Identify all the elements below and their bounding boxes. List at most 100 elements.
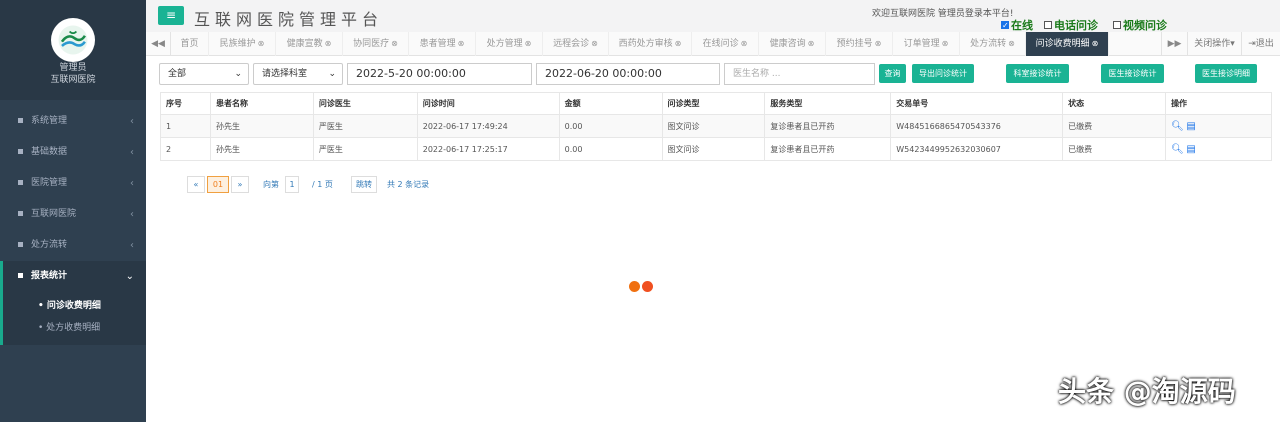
table-row: 2 孙先生 严医生 2022-06-17 17:25:17 0.00 图文问诊 … (160, 137, 1272, 161)
tab-health-education[interactable]: 健康宣教 ⊗ (276, 32, 343, 56)
topbar: ≡ 互联网医院管理平台 欢迎互联网医院 管理员登录本平台! ✓ 在线 电话问诊 视… (146, 0, 1280, 33)
tab-appointment[interactable]: 预约挂号 ⊗ (826, 32, 893, 56)
prev-page-button[interactable]: « (187, 176, 205, 193)
chevron-down-icon: ⌄ (125, 271, 134, 282)
loading-dot-icon (629, 281, 640, 292)
tab-health-inquiry[interactable]: 健康咨询 ⊗ (759, 32, 826, 56)
welcome-text: 欢迎互联网医院 管理员登录本平台! (872, 9, 1014, 19)
goto-label: 向第 (263, 180, 279, 189)
tab-prescription-mgmt[interactable]: 处方管理 ⊗ (476, 32, 543, 56)
video-consult-checkbox[interactable]: 视频问诊 (1113, 17, 1167, 33)
tab-home[interactable]: 首页 (171, 32, 209, 56)
cell-consult-type: 图文问诊 (661, 137, 766, 161)
tab-patient-mgmt[interactable]: 患者管理 ⊗ (409, 32, 476, 56)
search-icon[interactable]: 🔍︎ (1171, 144, 1184, 155)
total-records-text: 共 2 条记录 (387, 180, 430, 189)
menu-bullet-icon (18, 149, 23, 154)
detail-icon[interactable]: ▤ (1186, 144, 1195, 155)
sidebar-item-label: 系统管理 (31, 116, 68, 126)
page-number-input[interactable]: 1 (285, 176, 299, 193)
column-header: 操作 (1165, 92, 1272, 115)
tab-label: 远程会诊 (553, 39, 590, 49)
end-date-input[interactable]: 2022-06-20 00:00:00 (536, 63, 720, 85)
status-badge: 已缴费 (1062, 137, 1167, 161)
column-header: 序号 (160, 92, 211, 115)
close-icon[interactable]: ⊗ (325, 39, 332, 48)
tab-label: 问诊收费明细 (1035, 39, 1090, 49)
sidebar-item-hospital[interactable]: 医院管理 ‹ (0, 168, 146, 199)
tab-ethnic[interactable]: 民族维护 ⊗ (209, 32, 276, 56)
tab-label: 处方管理 (486, 39, 523, 49)
sidebar-item-reports[interactable]: 报表统计 ⌄ (0, 261, 146, 293)
department-select[interactable]: 请选择科室 ⌄ (253, 63, 343, 85)
search-icon[interactable]: 🔍︎ (1171, 121, 1184, 132)
type-select[interactable]: 全部 ⌄ (159, 63, 249, 85)
close-icon[interactable]: ⊗ (808, 39, 815, 48)
sidebar-profile: 管理员 互联网医院 (0, 0, 146, 100)
close-icon[interactable]: ⊗ (1092, 39, 1099, 48)
status-badge: 已缴费 (1062, 114, 1167, 138)
tab-prescription-flow[interactable]: 处方流转 ⊗ (960, 32, 1026, 56)
tab-label: 协同医疗 (353, 39, 390, 49)
close-icon[interactable]: ⊗ (675, 39, 682, 48)
table-header-row: 序号 患者名称 问诊医生 问诊时间 金额 问诊类型 服务类型 交易单号 状态 操… (160, 92, 1272, 115)
tab-western-rx-review[interactable]: 西药处方审核 ⊗ (609, 32, 692, 56)
cell-time: 2022-06-17 17:49:24 (416, 114, 560, 138)
column-header: 金额 (558, 92, 663, 115)
tab-order-mgmt[interactable]: 订单管理 ⊗ (893, 32, 960, 56)
sidebar-item-basic-data[interactable]: 基础数据 ‹ (0, 137, 146, 168)
next-page-button[interactable]: » (231, 176, 249, 193)
select-value: 全部 (168, 69, 187, 79)
close-icon[interactable]: ⊗ (525, 39, 532, 48)
doctor-name-input[interactable]: 医生名称 ... (724, 63, 875, 85)
cell-amount: 0.00 (558, 137, 663, 161)
close-icon[interactable]: ⊗ (591, 39, 598, 48)
close-icon[interactable]: ⊗ (741, 39, 748, 48)
phone-consult-checkbox[interactable]: 电话问诊 (1044, 17, 1098, 33)
cell-index: 1 (160, 114, 211, 138)
close-icon[interactable]: ⊗ (875, 39, 882, 48)
sidebar: 管理员 互联网医院 系统管理 ‹ 基础数据 ‹ 医院管理 ‹ 互联网医院 ‹ 处方流转 ‹… (0, 0, 146, 422)
tabs-scroll-left-button[interactable]: ◀◀ (146, 32, 171, 56)
close-icon[interactable]: ⊗ (942, 39, 949, 48)
close-operations-dropdown[interactable]: 关闭操作▾ (1187, 32, 1241, 56)
close-icon[interactable]: ⊗ (258, 39, 265, 48)
cell-actions: 🔍︎ ▤ (1165, 114, 1272, 138)
reports-submenu: • 问诊收费明细 • 处方收费明细 (0, 293, 146, 345)
doctor-stats-button[interactable]: 医生接诊统计 (1101, 64, 1164, 83)
table-row: 1 孙先生 严医生 2022-06-17 17:49:24 0.00 图文问诊 … (160, 114, 1272, 138)
app-title: 互联网医院管理平台 (194, 10, 384, 29)
tab-consult-fees[interactable]: 问诊收费明细 ⊗ (1026, 32, 1109, 56)
detail-icon[interactable]: ▤ (1186, 121, 1195, 132)
tab-collab-medical[interactable]: 协同医疗 ⊗ (343, 32, 409, 56)
exit-button[interactable]: ⇥退出 (1241, 32, 1280, 56)
sidebar-item-prescription[interactable]: 处方流转 ‹ (0, 230, 146, 261)
column-header: 问诊类型 (661, 92, 766, 115)
doctor-details-button[interactable]: 医生接诊明细 (1195, 64, 1257, 83)
tab-label: 健康宣教 (286, 39, 323, 49)
tabs-scroll-right-button[interactable]: ▶▶ (1161, 32, 1187, 56)
close-icon[interactable]: ⊗ (458, 39, 465, 48)
online-checkbox[interactable]: ✓ 在线 (1001, 17, 1033, 33)
column-header: 问诊医生 (312, 92, 418, 115)
start-date-input[interactable]: 2022-5-20 00:00:00 (347, 63, 532, 85)
checkbox-unchecked-icon (1113, 21, 1121, 29)
chevron-left-icon: ‹ (130, 240, 134, 251)
dept-stats-button[interactable]: 科室接诊统计 (1006, 64, 1069, 83)
current-page-button[interactable]: 01 (207, 176, 229, 193)
query-button[interactable]: 查询 (879, 64, 906, 83)
sidebar-subitem-prescription-fees[interactable]: • 处方收费明细 (3, 317, 146, 339)
menu-bullet-icon (18, 242, 23, 247)
tab-online-consult[interactable]: 在线问诊 ⊗ (692, 32, 759, 56)
sidebar-item-internet-hospital[interactable]: 互联网医院 ‹ (0, 199, 146, 230)
close-icon[interactable]: ⊗ (1008, 39, 1015, 48)
close-icon[interactable]: ⊗ (391, 39, 398, 48)
sidebar-item-system[interactable]: 系统管理 ‹ (0, 106, 146, 137)
tab-remote-consult[interactable]: 远程会诊 ⊗ (543, 32, 609, 56)
jump-button[interactable]: 跳转 (351, 176, 377, 193)
export-consult-stats-button[interactable]: 导出问诊统计 (912, 64, 974, 83)
cell-time: 2022-06-17 17:25:17 (416, 137, 560, 161)
sidebar-subitem-consult-fees[interactable]: • 问诊收费明细 (3, 295, 146, 317)
column-header: 服务类型 (764, 92, 892, 115)
menu-toggle-button[interactable]: ≡ (158, 6, 184, 25)
